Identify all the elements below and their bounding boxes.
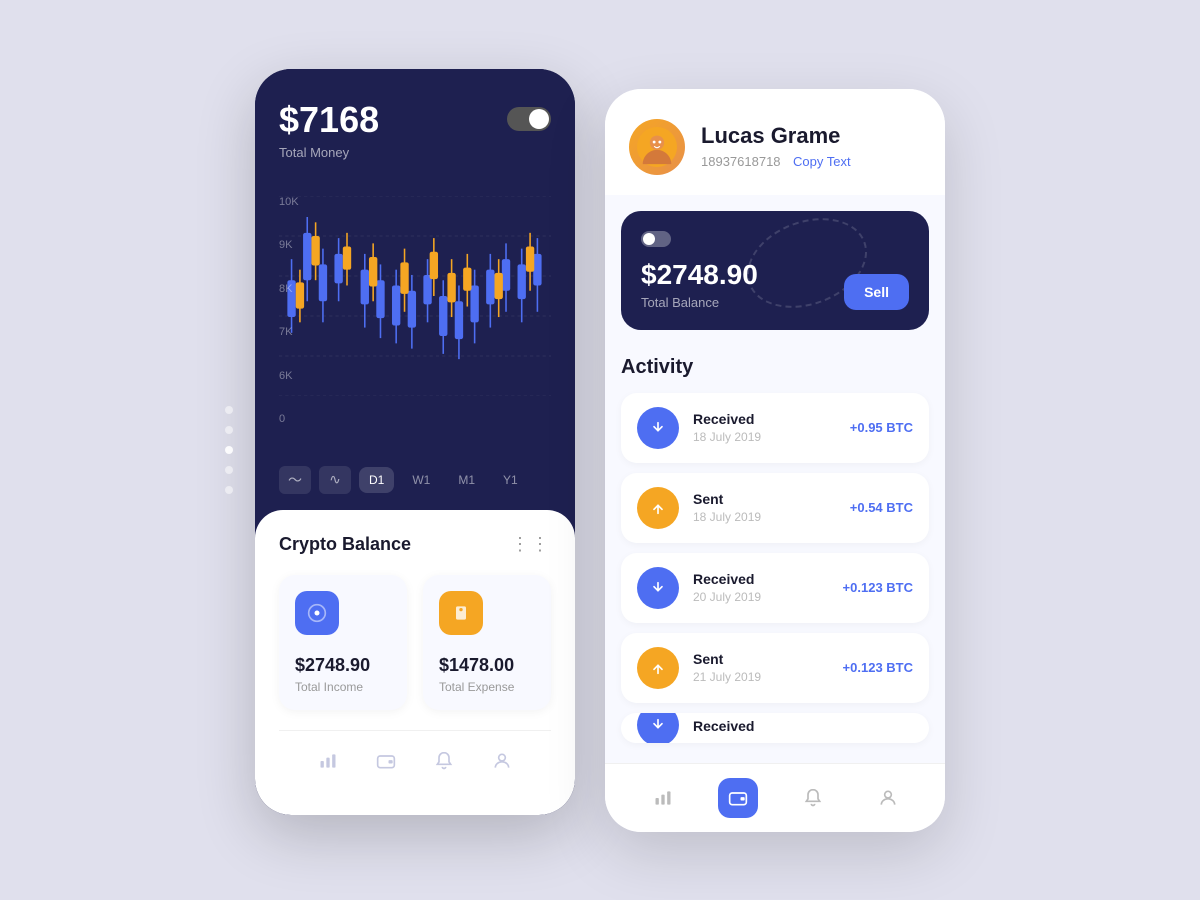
activity-type: Sent <box>693 491 836 507</box>
profile-id-row: 18937618718 Copy Text <box>701 153 921 171</box>
profile-name: Lucas Grame <box>701 123 921 149</box>
dots-decoration <box>225 406 233 494</box>
activity-item: Received <box>621 713 929 743</box>
phone-top-section: $7168 Total Money <box>255 69 575 196</box>
activity-info: Received <box>693 718 913 737</box>
toggle-switch[interactable] <box>507 107 551 131</box>
total-expense-amount: $1478.00 <box>439 655 535 676</box>
activity-title: Activity <box>621 356 929 379</box>
dot <box>225 486 233 494</box>
total-income-card: $2748.90 Total Income <box>279 575 407 710</box>
sell-button[interactable]: Sell <box>844 274 909 310</box>
menu-dots-icon[interactable]: ⋮⋮ <box>511 534 551 555</box>
received-icon <box>637 407 679 449</box>
chart-label-0: 0 <box>279 413 299 425</box>
chart-type-btn-line[interactable]: 〜 <box>279 466 311 494</box>
nav-chart-right[interactable] <box>643 778 683 818</box>
activity-date: 21 July 2019 <box>693 670 829 684</box>
chart-label-7k: 7K <box>279 326 299 338</box>
copy-text-btn[interactable]: Copy Text <box>793 154 851 169</box>
nav-icon-profile[interactable] <box>482 741 522 781</box>
chart-type-btn-wave[interactable]: ∿ <box>319 466 351 494</box>
time-filters: 〜 ∿ D1 W1 M1 Y1 <box>255 456 575 510</box>
total-amount: $7168 <box>279 99 379 141</box>
chart-container: 10K 9K 8K 7K 6K 0 <box>255 196 575 456</box>
profile-info: Lucas Grame 18937618718 Copy Text <box>701 123 921 171</box>
left-bottom-nav <box>279 730 551 791</box>
nav-profile-right[interactable] <box>868 778 908 818</box>
activity-date: 18 July 2019 <box>693 510 836 524</box>
activity-amount: +0.123 BTC <box>843 580 913 595</box>
total-expense-card: $1478.00 Total Expense <box>423 575 551 710</box>
avatar <box>629 119 685 175</box>
activity-type: Received <box>693 718 913 734</box>
chart-label-10k: 10K <box>279 196 299 208</box>
sent-icon <box>637 647 679 689</box>
activity-type: Sent <box>693 651 829 667</box>
expense-icon <box>439 591 483 635</box>
chart-label-8k: 8K <box>279 283 299 295</box>
nav-bell-right[interactable] <box>793 778 833 818</box>
income-icon <box>295 591 339 635</box>
right-phone: Lucas Grame 18937618718 Copy Text $2748.… <box>605 89 945 832</box>
total-label: Total Money <box>279 145 551 160</box>
profile-section: Lucas Grame 18937618718 Copy Text <box>605 89 945 195</box>
dot <box>225 406 233 414</box>
time-btn-d1[interactable]: D1 <box>359 467 394 493</box>
dot <box>225 446 233 454</box>
balance-cards: $2748.90 Total Income $1478.00 Total Exp… <box>279 575 551 710</box>
activity-item: Sent 21 July 2019 +0.123 BTC <box>621 633 929 703</box>
total-income-amount: $2748.90 <box>295 655 391 676</box>
crypto-balance-card: Crypto Balance ⋮⋮ $2748.90 Total Income <box>255 510 575 815</box>
nav-icon-chart[interactable] <box>308 741 348 781</box>
activity-item: Sent 18 July 2019 +0.54 BTC <box>621 473 929 543</box>
activity-item: Received 18 July 2019 +0.95 BTC <box>621 393 929 463</box>
card-toggle[interactable] <box>641 231 671 247</box>
chart-label-9k: 9K <box>279 239 299 251</box>
nav-icon-bell[interactable] <box>424 741 464 781</box>
received-icon <box>637 567 679 609</box>
activity-info: Sent 21 July 2019 <box>693 651 829 684</box>
right-bottom-nav <box>605 763 945 832</box>
total-expense-label: Total Expense <box>439 680 535 694</box>
dot <box>225 466 233 474</box>
activity-info: Received 18 July 2019 <box>693 411 836 444</box>
activity-amount: +0.95 BTC <box>850 420 913 435</box>
activity-type: Received <box>693 411 836 427</box>
chart-label-6k: 6K <box>279 370 299 382</box>
chart-labels: 10K 9K 8K 7K 6K 0 <box>279 196 299 426</box>
candlestick-chart <box>279 196 551 396</box>
left-phone: $7168 Total Money 10K 9K 8K 7K 6K 0 <box>255 69 575 815</box>
profile-id: 18937618718 <box>701 154 781 169</box>
dark-balance-card: $2748.90 Total Balance Sell <box>621 211 929 330</box>
time-btn-m1[interactable]: M1 <box>448 467 485 493</box>
activity-section: Activity Received 18 July 2019 +0.95 BTC <box>605 346 945 763</box>
activity-date: 20 July 2019 <box>693 590 829 604</box>
activity-date: 18 July 2019 <box>693 430 836 444</box>
time-btn-w1[interactable]: W1 <box>402 467 440 493</box>
activity-type: Received <box>693 571 829 587</box>
crypto-balance-header: Crypto Balance ⋮⋮ <box>279 534 551 555</box>
crypto-balance-title: Crypto Balance <box>279 534 411 555</box>
activity-item: Received 20 July 2019 +0.123 BTC <box>621 553 929 623</box>
activity-amount: +0.123 BTC <box>843 660 913 675</box>
total-income-label: Total Income <box>295 680 391 694</box>
nav-icon-wallet[interactable] <box>366 741 406 781</box>
activity-amount: +0.54 BTC <box>850 500 913 515</box>
dot <box>225 426 233 434</box>
received-icon <box>637 713 679 743</box>
sent-icon <box>637 487 679 529</box>
time-btn-y1[interactable]: Y1 <box>493 467 528 493</box>
nav-wallet-right[interactable] <box>718 778 758 818</box>
activity-info: Received 20 July 2019 <box>693 571 829 604</box>
activity-info: Sent 18 July 2019 <box>693 491 836 524</box>
balance-header: $7168 <box>279 99 551 141</box>
